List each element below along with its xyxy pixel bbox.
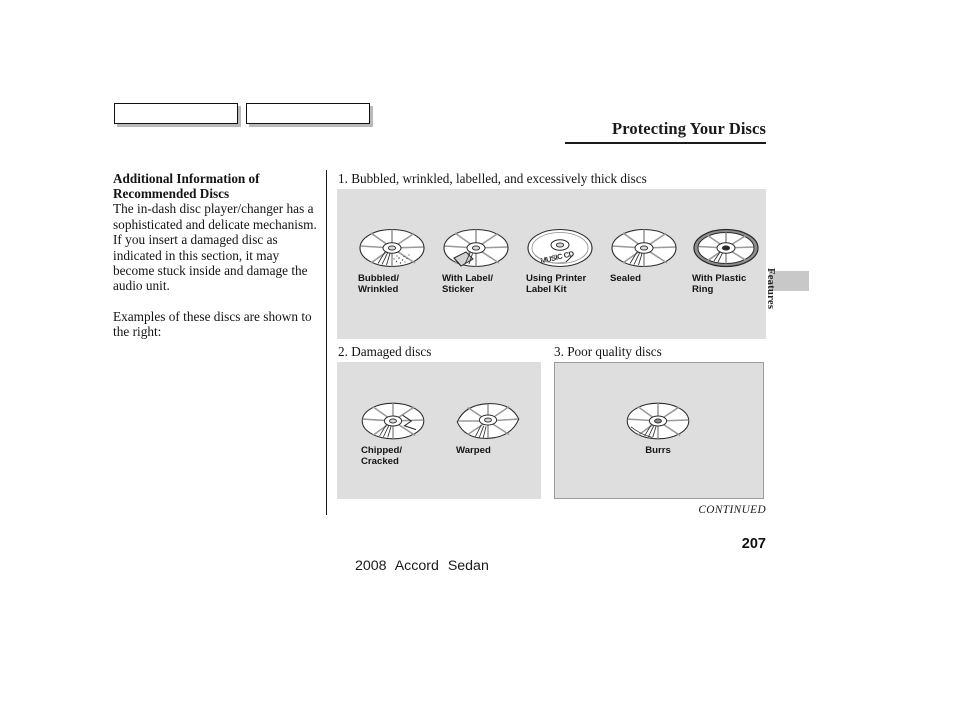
figure-item-label: Using Printer Label Kit — [526, 273, 587, 295]
figure-item-label: With Label/ Sticker — [442, 273, 494, 295]
figure-item-plastic-ring: With Plastic Ring — [683, 222, 769, 295]
title-underline — [565, 142, 766, 144]
disc-burrs-icon — [626, 402, 690, 440]
section-heading: Additional Information of Recommended Di… — [113, 171, 260, 202]
nav-box-left[interactable] — [114, 103, 238, 124]
disc-label-sticker-icon — [443, 228, 509, 268]
figure-item-chipped-cracked: Chipped/ Cracked — [352, 396, 434, 467]
side-tab-features[interactable]: Features — [758, 268, 776, 334]
figure-item-label: Burrs — [645, 445, 671, 456]
body-paragraph-2: Examples of these discs are shown to the… — [113, 308, 312, 340]
figure-item-sealed: Sealed — [601, 222, 687, 285]
disc-chipped-cracked-icon — [361, 402, 425, 440]
figure-item-label: Warped — [456, 445, 491, 456]
column-divider — [326, 170, 328, 515]
figure-item-with-label-sticker: With Label/ Sticker — [433, 222, 519, 295]
figure-caption-2: 2. Damaged discs — [338, 344, 432, 359]
disc-plastic-ring-icon — [693, 228, 759, 268]
figure-item-burrs: Burrs — [617, 396, 699, 457]
figure-caption-3: 3. Poor quality discs — [554, 344, 662, 359]
figure-item-label: Sealed — [610, 273, 641, 284]
page-number: 207 — [741, 536, 766, 552]
disc-sealed-icon — [611, 228, 677, 268]
disc-bubbled-icon — [359, 228, 425, 268]
continued-label: CONTINUED — [698, 504, 766, 516]
disc-warped-icon — [456, 403, 520, 439]
page-title: Protecting Your Discs — [612, 119, 766, 138]
manual-page: Protecting Your Discs Additional Informa… — [0, 0, 954, 710]
figure-item-warped: Warped — [447, 396, 529, 457]
body-paragraph-1: The in-dash disc player/changer has a so… — [113, 201, 317, 294]
disc-printer-kit-icon: MUSIC CD — [527, 228, 593, 268]
figure-item-label: Bubbled/ Wrinkled — [358, 273, 400, 295]
figure-item-label: Chipped/ Cracked — [361, 445, 403, 467]
figure-item-printer-label-kit: MUSIC CD Using Printer Label Kit — [517, 222, 603, 295]
figure-caption-1: 1. Bubbled, wrinkled, labelled, and exce… — [338, 171, 647, 186]
left-text-column: Additional Information of Recommended Di… — [113, 171, 321, 340]
figure-item-bubbled: Bubbled/ Wrinkled — [349, 222, 435, 295]
figure-item-label: With Plastic Ring — [692, 273, 747, 295]
document-footer: 2008 Accord Sedan — [355, 558, 489, 574]
